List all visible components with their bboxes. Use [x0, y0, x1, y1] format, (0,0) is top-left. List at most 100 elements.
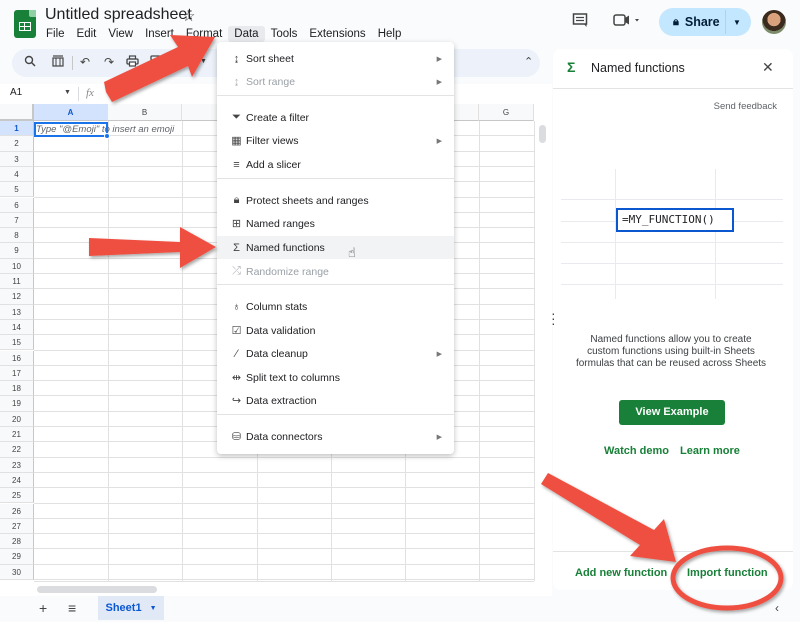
sort-icon: ↨ — [233, 52, 240, 65]
menus-icon[interactable] — [52, 55, 64, 70]
print-icon[interactable] — [126, 55, 139, 70]
send-feedback-link[interactable]: Send feedback — [714, 101, 777, 112]
name-box[interactable]: A1 — [10, 87, 22, 98]
document-title[interactable]: Untitled spreadsheet — [45, 6, 192, 24]
row-header[interactable]: 26 — [0, 503, 34, 519]
row-header[interactable]: 5 — [0, 182, 34, 198]
search-icon[interactable] — [24, 55, 36, 70]
row-header[interactable]: 23 — [0, 457, 34, 473]
redo-icon[interactable]: ↷ — [104, 55, 114, 69]
menu-help[interactable]: Help — [372, 26, 408, 42]
menu-extensions[interactable]: Extensions — [303, 26, 371, 42]
name-box-caret-icon[interactable]: ▼ — [64, 89, 71, 96]
lock-icon: 🔒︎ — [673, 15, 679, 28]
vertical-scrollbar[interactable] — [534, 121, 552, 581]
meet-icon[interactable] — [613, 13, 641, 31]
row-header[interactable]: 28 — [0, 534, 34, 550]
menu-item-protect-sheets-and-ranges[interactable]: 🔒︎ Protect sheets and ranges — [217, 189, 454, 212]
row-header[interactable]: 20 — [0, 411, 34, 427]
menu-item-named-ranges[interactable]: ⊞ Named ranges — [217, 212, 454, 235]
row-header[interactable]: 8 — [0, 228, 34, 244]
zoom-caret-icon[interactable]: ▼ — [200, 58, 207, 65]
collapse-toolbar-icon[interactable]: ⌃ — [524, 55, 533, 68]
row-header[interactable]: 12 — [0, 289, 34, 305]
column-header[interactable]: B — [108, 104, 182, 121]
named-functions-panel: Σ Named functions ✕ Send feedback =MY_FU… — [551, 49, 793, 590]
menu-insert[interactable]: Insert — [139, 26, 180, 42]
sheets-logo[interactable] — [14, 10, 36, 38]
row-header[interactable]: 19 — [0, 396, 34, 412]
column-header[interactable]: G — [479, 104, 534, 121]
menu-item-data-cleanup[interactable]: ⁄ Data cleanup ▶ — [217, 342, 454, 365]
submenu-arrow-icon: ▶ — [436, 350, 442, 358]
row-header[interactable]: 3 — [0, 151, 34, 167]
share-dropdown-icon[interactable]: ▼ — [733, 18, 741, 27]
add-sheet-icon[interactable]: + — [39, 600, 47, 616]
import-function-button[interactable]: Import function — [687, 567, 768, 579]
menu-item-split-text-to-columns[interactable]: ⇹ Split text to columns — [217, 366, 454, 389]
zoom-select[interactable]: 100 — [174, 55, 191, 66]
row-header[interactable]: 15 — [0, 335, 34, 351]
menu-item-data-validation[interactable]: ☑ Data validation — [217, 319, 454, 342]
sheet-tab[interactable]: Sheet1 ▼ — [98, 596, 164, 620]
drag-handle-icon[interactable]: · · · — [551, 306, 556, 330]
fill-handle[interactable] — [104, 133, 110, 139]
menu-item-add-a-slicer[interactable]: ≡ Add a slicer — [217, 153, 454, 176]
row-header[interactable]: 10 — [0, 258, 34, 274]
row-header[interactable]: 16 — [0, 350, 34, 366]
select-all-corner[interactable] — [0, 104, 34, 121]
row-header[interactable]: 22 — [0, 442, 34, 458]
watch-demo-link[interactable]: Watch demo — [604, 445, 669, 457]
row-header[interactable]: 30 — [0, 564, 34, 580]
chevron-left-icon[interactable]: ‹ — [775, 601, 779, 615]
view-example-button[interactable]: View Example — [619, 400, 725, 425]
row-header[interactable]: 13 — [0, 304, 34, 320]
add-new-function-button[interactable]: Add new function — [575, 567, 667, 579]
row-header[interactable]: 27 — [0, 518, 34, 535]
all-sheets-icon[interactable]: ≡ — [68, 600, 76, 616]
data-validation-icon: ☑ — [231, 325, 242, 337]
hand-cursor-icon: ☝︎ — [348, 245, 356, 260]
row-header[interactable]: 29 — [0, 549, 34, 565]
star-icon[interactable]: ☆ — [182, 7, 195, 25]
undo-icon[interactable]: ↶ — [80, 55, 90, 69]
row-header[interactable]: 18 — [0, 381, 34, 397]
column-header[interactable]: A — [34, 104, 108, 121]
menu-data[interactable]: Data — [228, 26, 265, 42]
row-header[interactable]: 9 — [0, 243, 34, 259]
menu-view[interactable]: View — [102, 26, 139, 42]
comments-icon[interactable] — [572, 12, 588, 32]
submenu-arrow-icon: ▶ — [436, 137, 442, 145]
selected-cell[interactable] — [34, 122, 108, 137]
menu-item-sort-sheet[interactable]: ↨ Sort sheet ▶ — [217, 47, 454, 70]
menu-tools[interactable]: Tools — [265, 26, 304, 42]
row-header[interactable]: 14 — [0, 319, 34, 336]
share-button[interactable]: 🔒︎ Share ▼ — [659, 8, 751, 36]
paint-format-icon[interactable] — [150, 55, 162, 70]
menu-item-column-stats[interactable]: ♁ Column stats — [217, 295, 454, 318]
row-header[interactable]: 2 — [0, 136, 34, 152]
row-header[interactable]: 6 — [0, 197, 34, 213]
row-header[interactable]: 21 — [0, 427, 34, 443]
menu-edit[interactable]: Edit — [71, 26, 103, 42]
menu-item-named-functions[interactable]: Σ Named functions — [217, 236, 454, 259]
lock-icon: 🔒︎ — [233, 194, 240, 206]
horizontal-scrollbar[interactable] — [34, 581, 534, 596]
close-icon[interactable]: ✕ — [762, 59, 774, 76]
row-header[interactable]: 17 — [0, 365, 34, 382]
row-header[interactable]: 25 — [0, 488, 34, 504]
menu-file[interactable]: File — [40, 26, 71, 42]
row-header[interactable]: 7 — [0, 212, 34, 229]
sheet-tab-caret-icon[interactable]: ▼ — [150, 605, 157, 612]
learn-more-link[interactable]: Learn more — [680, 445, 740, 457]
row-header[interactable]: 24 — [0, 472, 34, 489]
row-header[interactable]: 4 — [0, 166, 34, 183]
avatar[interactable] — [762, 10, 786, 34]
row-header[interactable]: 1 — [0, 121, 34, 137]
row-header[interactable]: 11 — [0, 274, 34, 290]
menu-format[interactable]: Format — [180, 26, 228, 42]
menu-item-create-a-filter[interactable]: ⏷ Create a filter — [217, 106, 454, 129]
menu-item-data-extraction[interactable]: ↪ Data extraction — [217, 389, 454, 412]
menu-item-data-connectors[interactable]: ⛁ Data connectors ▶ — [217, 425, 454, 448]
menu-item-filter-views[interactable]: ▦ Filter views ▶ — [217, 129, 454, 152]
